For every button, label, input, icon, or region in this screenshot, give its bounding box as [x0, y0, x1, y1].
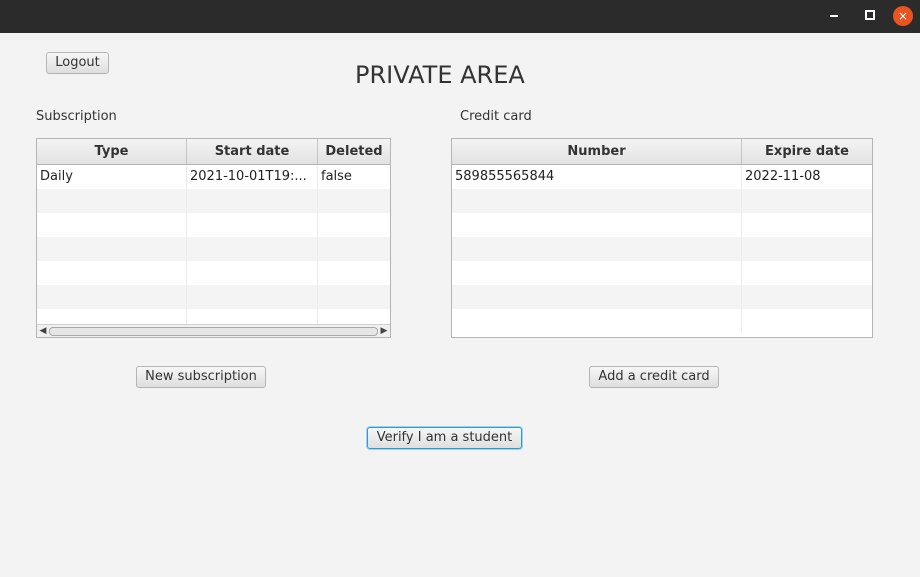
column-header-expire-date[interactable]: Expire date — [742, 139, 872, 164]
scroll-left-icon[interactable]: ◀ — [37, 325, 49, 337]
empty-row — [37, 261, 390, 285]
empty-row — [452, 189, 872, 213]
maximize-icon[interactable] — [865, 10, 875, 20]
minimize-icon[interactable] — [830, 15, 838, 17]
scrollbar-thumb[interactable] — [49, 327, 378, 336]
cell-deleted: false — [321, 169, 352, 184]
credit-card-table[interactable]: Number Expire date 589855565844 2022-11-… — [451, 138, 873, 338]
empty-row — [452, 285, 872, 309]
close-icon[interactable]: × — [893, 6, 913, 26]
credit-card-label: Credit card — [460, 109, 532, 124]
horizontal-scrollbar[interactable]: ◀ ▶ — [37, 324, 390, 337]
logout-button[interactable]: Logout — [46, 52, 109, 74]
column-header-start-date[interactable]: Start date — [187, 139, 318, 164]
column-header-type[interactable]: Type — [37, 139, 187, 164]
subscription-label: Subscription — [36, 109, 117, 124]
subscription-table[interactable]: Type Start date Deleted Daily 2021-10-01… — [36, 138, 391, 338]
verify-student-button[interactable]: Verify I am a student — [367, 427, 522, 449]
cell-type: Daily — [37, 165, 187, 189]
table-row[interactable]: Daily 2021-10-01T19:... false — [37, 165, 390, 189]
empty-row — [37, 237, 390, 261]
empty-row — [452, 309, 872, 333]
credit-card-table-header: Number Expire date — [452, 139, 872, 165]
column-header-deleted[interactable]: Deleted — [318, 139, 390, 164]
empty-row — [452, 261, 872, 285]
cell-expire-date: 2022-11-08 — [745, 169, 821, 184]
new-subscription-button[interactable]: New subscription — [136, 366, 266, 388]
empty-row — [37, 285, 390, 309]
add-credit-card-button[interactable]: Add a credit card — [589, 366, 719, 388]
column-header-number[interactable]: Number — [452, 139, 742, 164]
empty-row — [452, 237, 872, 261]
window-titlebar: × — [0, 0, 920, 33]
table-row[interactable]: 589855565844 2022-11-08 — [452, 165, 872, 189]
cell-number: 589855565844 — [452, 165, 742, 189]
cell-start-date: 2021-10-01T19:... — [187, 165, 318, 189]
scroll-right-icon[interactable]: ▶ — [378, 325, 390, 337]
empty-row — [452, 213, 872, 237]
empty-row — [37, 213, 390, 237]
subscription-table-header: Type Start date Deleted — [37, 139, 390, 165]
page-title: PRIVATE AREA — [355, 61, 525, 89]
empty-row — [37, 189, 390, 213]
